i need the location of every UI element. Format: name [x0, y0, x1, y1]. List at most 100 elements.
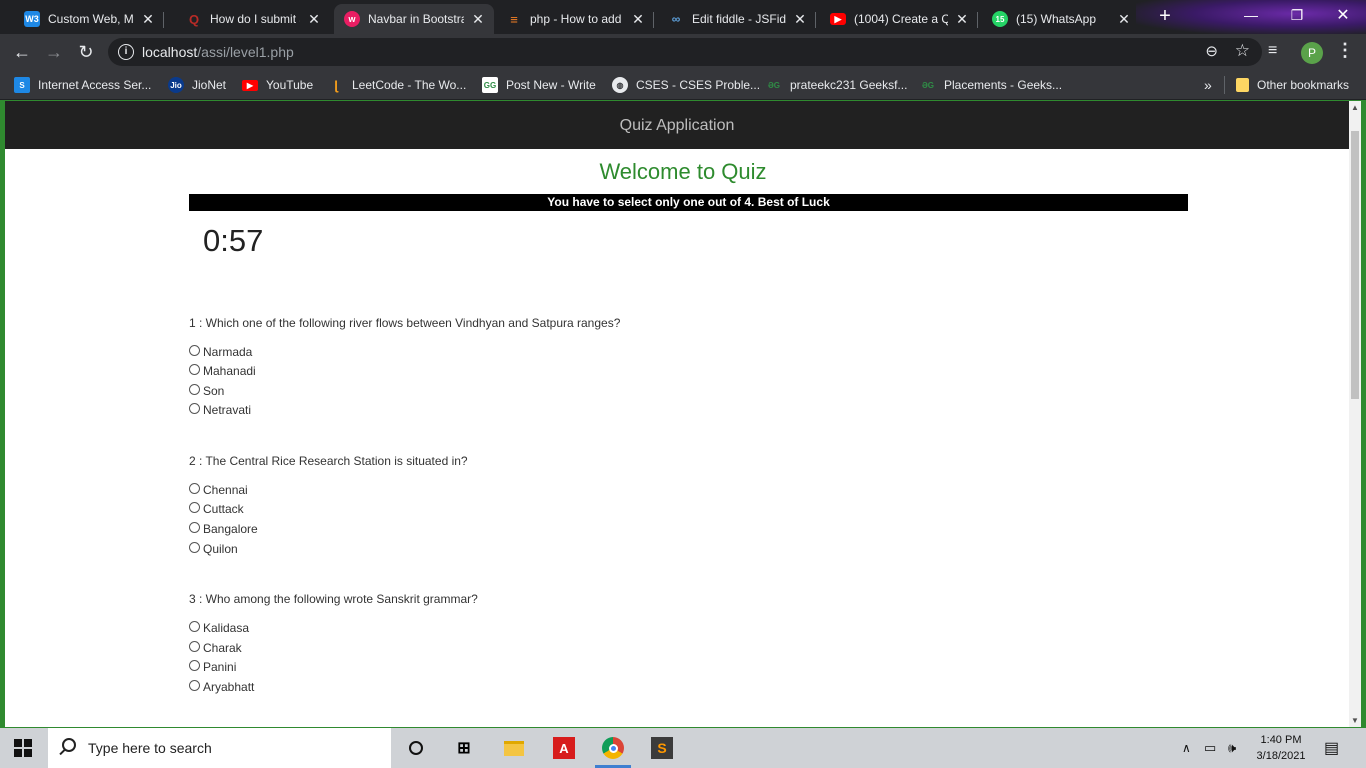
radio-button[interactable] — [189, 541, 200, 553]
quora-icon: Q — [186, 11, 202, 27]
bookmark-youtube[interactable]: ▶ YouTube — [242, 76, 313, 94]
close-tab-icon[interactable]: ✕ — [470, 11, 486, 28]
radio-button[interactable] — [189, 521, 200, 533]
bookmark-post-new[interactable]: GG Post New - Write — [482, 76, 596, 94]
browser-menu-icon[interactable]: ⋮ — [1336, 40, 1354, 61]
battery-icon[interactable]: ▭ — [1204, 728, 1216, 768]
tab-stackoverflow[interactable]: ≡ php - How to add ✕ — [496, 4, 654, 34]
scroll-down-icon[interactable]: ▼ — [1351, 716, 1359, 725]
page-viewport: Quiz Application Welcome to Quiz You hav… — [5, 101, 1361, 727]
show-hidden-icons[interactable]: ∧ — [1182, 728, 1191, 768]
sublime-text-icon[interactable]: S — [650, 736, 674, 760]
url-text[interactable]: localhost/assi/level1.php — [142, 44, 294, 60]
tab-quora[interactable]: Q How do I submit a ✕ — [176, 4, 330, 34]
search-icon — [62, 738, 76, 752]
q1-option-narmada[interactable]: Narmada — [189, 343, 252, 361]
scroll-up-icon[interactable]: ▲ — [1351, 103, 1359, 112]
q2-option-cuttack[interactable]: Cuttack — [189, 500, 244, 518]
youtube-icon: ▶ — [242, 79, 258, 91]
q3-option-kalidasa[interactable]: Kalidasa — [189, 619, 249, 637]
w3-icon: W3 — [24, 11, 40, 27]
radio-button[interactable] — [189, 482, 200, 494]
q3-option-aryabhatt[interactable]: Aryabhatt — [189, 678, 254, 696]
tab-bootstrap-navbar[interactable]: w Navbar in Bootstrap ✕ — [334, 4, 494, 34]
page-scrollbar[interactable]: ▲ ▼ — [1349, 101, 1361, 727]
more-bookmarks-button[interactable]: » — [1204, 76, 1212, 94]
other-bookmarks-folder[interactable]: Other bookmarks — [1236, 76, 1349, 94]
media-queue-icon[interactable]: ≡ — [1268, 42, 1277, 60]
q1-option-mahanadi[interactable]: Mahanadi — [189, 362, 256, 380]
new-tab-button[interactable]: + — [1154, 6, 1176, 28]
windows-start-icon[interactable] — [14, 739, 32, 757]
radio-button[interactable] — [189, 659, 200, 671]
bookmark-cses[interactable]: ◍ CSES - CSES Proble... — [612, 76, 760, 94]
close-tab-icon[interactable]: ✕ — [140, 11, 156, 28]
radio-button[interactable] — [189, 501, 200, 513]
close-tab-icon[interactable]: ✕ — [792, 11, 808, 28]
radio-button[interactable] — [189, 679, 200, 691]
reload-button[interactable]: ↻ — [74, 40, 98, 64]
acrobat-icon[interactable]: A — [552, 736, 576, 760]
file-explorer-icon[interactable] — [502, 736, 526, 760]
bootstrap-icon: w — [344, 11, 360, 27]
bookmark-geeksforgeeks-profile[interactable]: ƏG prateekc231 Geeksf... — [766, 76, 907, 94]
forward-button[interactable]: → — [42, 40, 66, 64]
bookmarks-divider — [1224, 76, 1225, 94]
system-clock[interactable]: 1:40 PM 3/18/2021 — [1248, 732, 1314, 764]
zoom-icon[interactable]: ⊖ — [1205, 42, 1218, 60]
radio-button[interactable] — [189, 402, 200, 414]
notifications-icon[interactable]: ▤ — [1324, 728, 1339, 768]
radio-button[interactable] — [189, 383, 200, 395]
q1-option-netravati[interactable]: Netravati — [189, 401, 251, 419]
minimize-button[interactable]: — — [1228, 0, 1274, 30]
volume-icon[interactable]: 🕪 — [1228, 728, 1236, 768]
q2-option-bangalore[interactable]: Bangalore — [189, 520, 258, 538]
close-tab-icon[interactable]: ✕ — [630, 11, 646, 28]
page-title: Welcome to Quiz — [599, 159, 767, 184]
leetcode-icon: ɭ — [334, 77, 338, 93]
q3-option-charak[interactable]: Charak — [189, 639, 242, 657]
taskbar-search[interactable]: Type here to search — [48, 728, 391, 768]
taskbar: Type here to search ⊞ A S ∧ ▭ 🕪 1:40 PM … — [0, 728, 1366, 768]
q2-option-quilon[interactable]: Quilon — [189, 540, 238, 558]
profile-avatar[interactable]: P — [1301, 42, 1323, 64]
s-icon: S — [14, 77, 30, 93]
close-tab-icon[interactable]: ✕ — [1116, 11, 1132, 28]
bookmark-internet-access[interactable]: S Internet Access Ser... — [14, 76, 151, 94]
back-button[interactable]: ← — [10, 40, 34, 64]
bookmark-leetcode[interactable]: ɭ LeetCode - The Wo... — [328, 76, 466, 94]
jsfiddle-icon: ∞ — [671, 12, 681, 26]
bookmark-star-icon[interactable]: ☆ — [1235, 41, 1250, 61]
browser-toolbar: ← → ↻ i localhost/assi/level1.php ⊖ ☆ ≡ … — [0, 34, 1366, 70]
task-view-icon[interactable]: ⊞ — [452, 736, 476, 760]
question-2: 2 : The Central Rice Research Station is… — [189, 454, 468, 468]
scrollbar-thumb[interactable] — [1351, 131, 1359, 399]
tab-jsfiddle[interactable]: ∞ Edit fiddle - JSFiddle ✕ — [658, 4, 816, 34]
close-tab-icon[interactable]: ✕ — [954, 11, 970, 28]
navbar-brand[interactable]: Quiz Application — [620, 117, 735, 134]
radio-button[interactable] — [189, 640, 200, 652]
jio-icon: Jio — [168, 77, 184, 93]
folder-icon — [1236, 78, 1249, 92]
close-tab-icon[interactable]: ✕ — [306, 11, 322, 28]
radio-button[interactable] — [189, 363, 200, 375]
bookmark-placements[interactable]: ƏG Placements - Geeks... — [920, 76, 1062, 94]
restore-button[interactable]: ❐ — [1274, 0, 1320, 30]
tab-custom-web[interactable]: W3 Custom Web, Mobile ✕ — [14, 4, 164, 34]
address-bar[interactable]: i localhost/assi/level1.php ⊖ ☆ — [108, 38, 1262, 66]
info-icon[interactable]: i — [118, 44, 134, 60]
q1-option-son[interactable]: Son — [189, 382, 224, 400]
cortana-icon[interactable] — [404, 736, 428, 760]
chrome-icon[interactable] — [601, 736, 625, 760]
question-1: 1 : Which one of the following river flo… — [189, 316, 621, 330]
radio-button[interactable] — [189, 344, 200, 356]
tab-youtube-quiz[interactable]: ▶ (1004) Create a Quiz ✕ — [820, 4, 978, 34]
tab-whatsapp[interactable]: 15 (15) WhatsApp ✕ — [982, 4, 1140, 34]
instructions-banner: You have to select only one out of 4. Be… — [189, 194, 1188, 211]
q2-option-chennai[interactable]: Chennai — [189, 481, 248, 499]
radio-button[interactable] — [189, 620, 200, 632]
close-window-button[interactable]: ✕ — [1320, 0, 1366, 30]
desktop-frame: W3 Custom Web, Mobile ✕ Q How do I submi… — [0, 0, 1366, 768]
bookmark-jionet[interactable]: Jio JioNet — [168, 76, 226, 94]
q3-option-panini[interactable]: Panini — [189, 658, 236, 676]
